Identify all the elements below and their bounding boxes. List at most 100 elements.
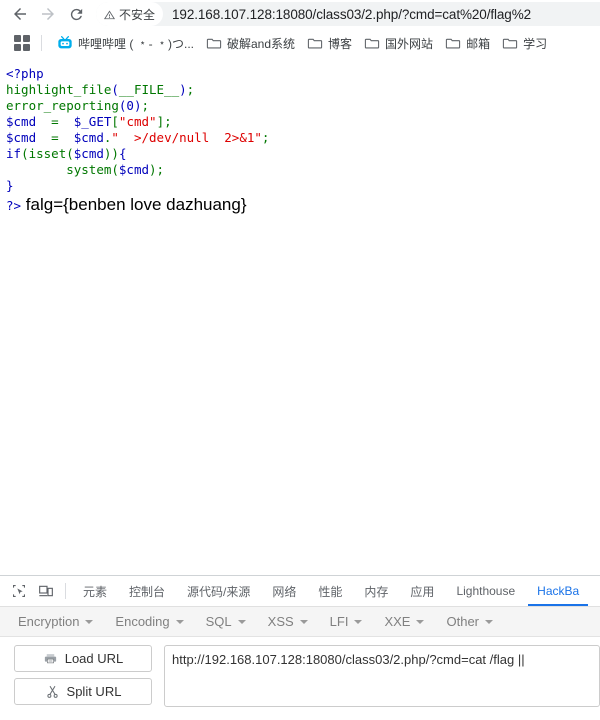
bookmark-folder-cracking[interactable]: 破解and系统 xyxy=(200,33,301,54)
bookmark-label: 邮箱 xyxy=(466,36,491,51)
folder-icon xyxy=(307,38,323,49)
code-token: ; xyxy=(156,162,165,177)
inspect-element-button[interactable] xyxy=(5,576,32,606)
hackbar-menu-encoding[interactable]: Encoding xyxy=(115,614,196,629)
code-token: <?php xyxy=(6,66,44,81)
warning-triangle-icon xyxy=(103,9,116,19)
reload-icon xyxy=(70,8,82,20)
hackbar-menu-other[interactable]: Other xyxy=(446,614,506,629)
code-token: ( xyxy=(21,146,29,161)
tab-sources[interactable]: 源代码/来源 xyxy=(176,576,261,606)
split-url-label: Split URL xyxy=(66,684,122,699)
code-token: ; xyxy=(164,114,172,129)
bookmark-label: 国外网站 xyxy=(385,36,434,51)
tab-hackbar[interactable]: HackBa xyxy=(526,576,590,607)
device-toolbar-button[interactable] xyxy=(32,576,59,606)
code-token: highlight_file xyxy=(6,82,112,97)
forward-button[interactable] xyxy=(34,1,62,27)
back-arrow-icon xyxy=(14,8,26,20)
back-button[interactable] xyxy=(6,1,34,27)
menu-label: Encoding xyxy=(115,614,170,630)
code-token: error_reporting xyxy=(6,98,119,113)
code-token: $cmd xyxy=(6,130,37,145)
address-bar[interactable]: 不安全 192.168.107.128:18080/class03/2.php/… xyxy=(96,2,600,26)
devtools-toolbar-separator xyxy=(65,583,66,600)
tab-lighthouse[interactable]: Lighthouse xyxy=(445,576,526,606)
code-token: "cmd" xyxy=(118,114,157,129)
code-token: [ xyxy=(111,114,119,129)
folder-icon xyxy=(206,38,222,49)
hackbar-url-input[interactable] xyxy=(164,645,600,707)
url-text: 192.168.107.128:18080/class03/2.php/?cmd… xyxy=(172,6,532,22)
menu-label: SQL xyxy=(205,614,232,630)
hackbar-menu-xxe[interactable]: XXE xyxy=(384,614,437,629)
hackbar-menu-encryption[interactable]: Encryption xyxy=(18,614,106,629)
bookmark-label: 破解and系统 xyxy=(227,36,296,51)
devtools-panel: 元素 控制台 源代码/来源 网络 性能 内存 应用 Lighthouse Hac… xyxy=(0,575,600,712)
code-token: { xyxy=(118,146,127,161)
code-token: ) xyxy=(179,82,187,97)
bilibili-icon xyxy=(58,36,72,49)
tab-performance[interactable]: 性能 xyxy=(307,576,353,606)
code-token: ; xyxy=(261,130,270,145)
chevron-down-icon xyxy=(416,619,425,624)
load-url-button[interactable]: Load URL xyxy=(14,645,152,672)
bookmark-label: 博客 xyxy=(328,36,353,51)
split-url-button[interactable]: Split URL xyxy=(14,678,152,705)
tab-elements[interactable]: 元素 xyxy=(72,576,118,606)
code-token: __FILE__ xyxy=(118,82,180,97)
php-source-listing: <?php highlight_file(__FILE__); error_re… xyxy=(6,66,600,194)
bookmark-label: 学习 xyxy=(523,36,548,51)
bookmark-folder-foreign-sites[interactable]: 国外网站 xyxy=(358,33,439,54)
code-token: $_GET xyxy=(73,114,112,129)
code-token: ; xyxy=(141,98,150,113)
bookmark-item-bilibili[interactable]: 哔哩哔哩 ( ﹡- ﹡)つ... xyxy=(51,33,200,54)
code-token: ] xyxy=(156,114,165,129)
code-token: 0 xyxy=(126,98,134,113)
code-token: ; xyxy=(186,82,195,97)
tab-label: 应用 xyxy=(410,584,435,599)
command-output-line: ?> falg={benben love dazhuang} xyxy=(6,194,600,216)
device-toolbar-icon xyxy=(38,585,53,597)
code-token: if xyxy=(6,146,22,161)
chevron-down-icon xyxy=(237,619,246,624)
reload-button[interactable] xyxy=(62,1,90,27)
tab-label: 内存 xyxy=(364,584,389,599)
code-token: isset xyxy=(28,146,67,161)
hackbar-menu-lfi[interactable]: LFI xyxy=(330,614,376,629)
bookmark-folder-study[interactable]: 学习 xyxy=(496,33,553,54)
scissors-icon xyxy=(46,685,58,698)
code-token: ( xyxy=(66,146,74,161)
tab-network[interactable]: 网络 xyxy=(261,576,307,606)
code-token: = xyxy=(36,114,74,129)
code-token: $cmd xyxy=(73,130,104,145)
security-status-text: 不安全 xyxy=(119,7,156,22)
tab-label: 性能 xyxy=(318,584,343,599)
tab-console[interactable]: 控制台 xyxy=(118,576,176,606)
bookmarks-bar: 哔哩哔哩 ( ﹡- ﹡)つ... 破解and系统 博客 国外网站 邮箱 学习 xyxy=(0,28,600,58)
browser-toolbar: 不安全 192.168.107.128:18080/class03/2.php/… xyxy=(0,0,600,28)
security-status-chip[interactable]: 不安全 xyxy=(96,2,164,26)
code-token: $cmd xyxy=(73,146,104,161)
hackbar-menu-toolbar: Encryption Encoding SQL XSS LFI XXE Othe… xyxy=(0,607,600,637)
bookmark-folder-mail[interactable]: 邮箱 xyxy=(439,33,496,54)
code-token: $cmd xyxy=(6,114,37,129)
code-token: ( xyxy=(111,162,119,177)
hackbar-menu-xss[interactable]: XSS xyxy=(268,614,321,629)
tab-memory[interactable]: 内存 xyxy=(353,576,399,606)
tab-label: 控制台 xyxy=(129,584,166,599)
menu-label: Other xyxy=(446,614,479,630)
code-token: ( xyxy=(111,82,119,97)
php-close-tag: ?> xyxy=(6,198,22,213)
load-url-icon xyxy=(44,654,56,664)
menu-label: Encryption xyxy=(18,614,80,630)
chevron-down-icon xyxy=(85,619,94,624)
bookmark-folder-blog[interactable]: 博客 xyxy=(301,33,358,54)
code-token: $cmd xyxy=(118,162,150,177)
apps-grid-icon[interactable] xyxy=(12,33,32,53)
code-token: = xyxy=(36,130,74,145)
tab-application[interactable]: 应用 xyxy=(399,576,445,606)
hackbar-menu-sql[interactable]: SQL xyxy=(206,614,259,629)
menu-label: LFI xyxy=(329,614,349,630)
